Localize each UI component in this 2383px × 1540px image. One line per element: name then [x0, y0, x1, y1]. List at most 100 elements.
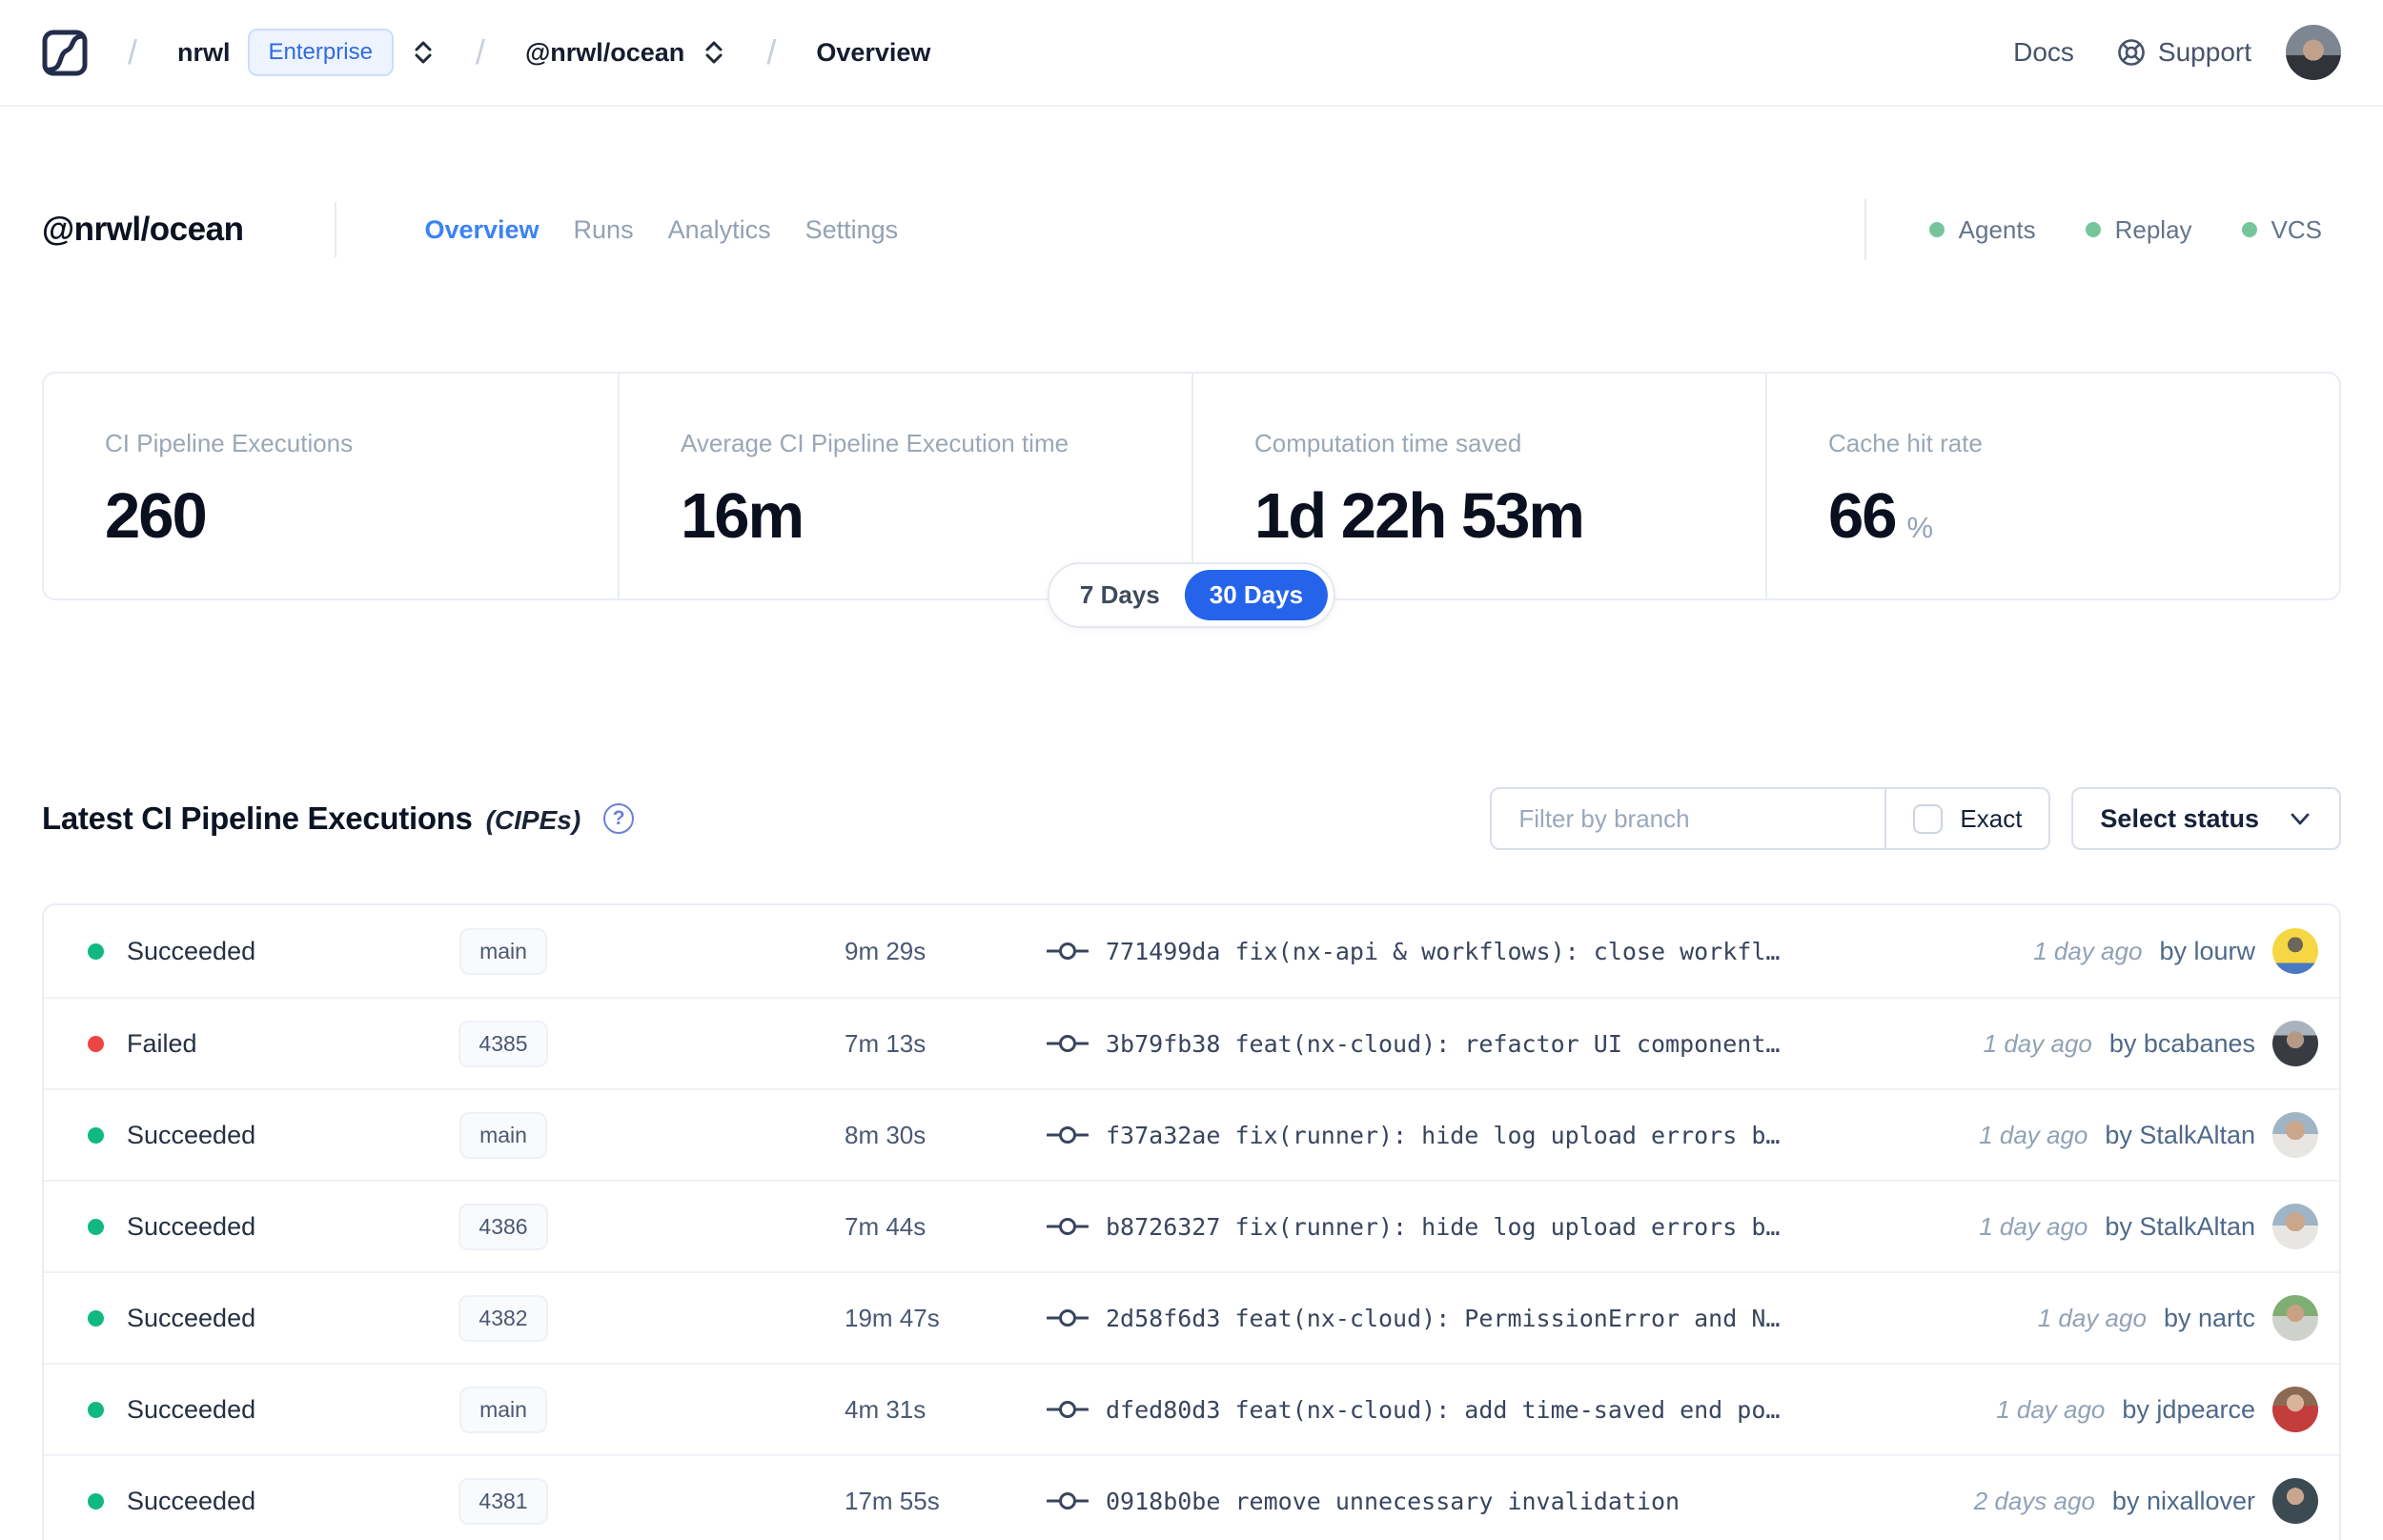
range-30-days[interactable]: 30 Days [1184, 570, 1329, 620]
cipe-heading: Latest CI Pipeline Executions (CIPEs) [42, 800, 580, 837]
status-replay-label: Replay [2114, 214, 2192, 244]
row-status: Succeeded [127, 1120, 256, 1149]
branch-badge[interactable]: 4385 [458, 1020, 548, 1067]
row-status: Succeeded [127, 1486, 256, 1515]
branch-badge[interactable]: 4382 [458, 1294, 548, 1342]
current-page-crumb: Overview [816, 37, 931, 67]
table-row[interactable]: Succeeded 4382 19m 47s 2d58f6d3 feat(nx-… [44, 1271, 2339, 1363]
row-duration: 9m 29s [845, 936, 927, 965]
stat-value: 260 [105, 480, 208, 552]
table-row[interactable]: Succeeded main 8m 30s f37a32ae fix(runne… [44, 1088, 2339, 1180]
stat-label: Average CI Pipeline Execution time [681, 429, 1069, 457]
stat-value: 1d 22h 53m [1254, 480, 1585, 552]
stat-card-executions: CI Pipeline Executions 260 [44, 374, 618, 598]
author-avatar[interactable] [2272, 1295, 2318, 1341]
branch-badge[interactable]: 4381 [458, 1477, 548, 1525]
row-status: Succeeded [127, 1211, 256, 1241]
row-author: by StalkAltan [2105, 1120, 2255, 1149]
commit-message[interactable]: 3b79fb38 feat(nx-cloud): refactor UI com… [1106, 1030, 1780, 1058]
filter-area: Exact Select status [1490, 787, 2341, 850]
status-dot-icon [88, 1218, 104, 1235]
branch-badge[interactable]: main [459, 1111, 547, 1159]
stats-cards: CI Pipeline Executions 260 Average CI Pi… [42, 372, 2341, 628]
cipe-table: Succeeded main 9m 29s 771499da fix(nx-ap… [42, 903, 2341, 1540]
workspace-switcher-chevrons-icon[interactable] [702, 37, 726, 68]
table-row[interactable]: Succeeded main 4m 31s dfed80d3 feat(nx-c… [44, 1363, 2339, 1454]
section-subtitle: (CIPEs) [485, 805, 581, 835]
status-dot-icon [2085, 222, 2101, 237]
status-dot-icon [2241, 222, 2257, 237]
stat-unit: % [1906, 511, 1934, 544]
stat-card-cache-hit: Cache hit rate 66 % [1765, 374, 2339, 598]
service-status-group: Agents Replay VCS [1864, 199, 2341, 260]
status-select-dropdown[interactable]: Select status [2071, 787, 2341, 850]
status-dot-icon [88, 1035, 104, 1052]
top-navbar: / nrwl Enterprise / @nrwl/ocean / Overvi… [0, 0, 2383, 107]
divider [335, 202, 337, 257]
exact-checkbox[interactable] [1913, 803, 1944, 834]
tab-overview[interactable]: Overview [424, 215, 539, 245]
workspace-name[interactable]: @nrwl/ocean [525, 38, 684, 68]
commit-message[interactable]: 2d58f6d3 feat(nx-cloud): PermissionError… [1106, 1305, 1780, 1332]
tab-settings[interactable]: Settings [805, 215, 899, 245]
navbar-right: Docs Support [2013, 25, 2341, 80]
status-vcs: VCS [2241, 215, 2322, 245]
table-row[interactable]: Succeeded 4386 7m 44s b8726327 fix(runne… [44, 1180, 2339, 1271]
status-dot-icon [88, 1309, 104, 1327]
status-dot-icon [1928, 222, 1945, 237]
support-link[interactable]: Support [2116, 37, 2251, 68]
row-time-ago: 1 day ago [1996, 1394, 2106, 1424]
branch-badge[interactable]: main [459, 1386, 547, 1433]
branch-badge[interactable]: main [459, 927, 547, 975]
author-avatar[interactable] [2272, 1478, 2318, 1524]
support-label: Support [2157, 37, 2251, 67]
org-switcher-chevrons-icon[interactable] [411, 37, 436, 68]
breadcrumb-separator: / [128, 32, 138, 71]
cipe-section-bar: Latest CI Pipeline Executions (CIPEs) ? … [42, 787, 2341, 850]
branch-filter-input[interactable] [1492, 789, 1885, 848]
stat-label: CI Pipeline Executions [105, 429, 354, 457]
row-duration: 17m 55s [845, 1486, 940, 1515]
tab-runs[interactable]: Runs [574, 215, 634, 245]
table-row[interactable]: Succeeded 4381 17m 55s 0918b0be remove u… [44, 1454, 2339, 1540]
user-avatar[interactable] [2286, 25, 2341, 80]
author-avatar[interactable] [2272, 1112, 2318, 1158]
commit-message[interactable]: 771499da fix(nx-api & workflows): close … [1106, 938, 1780, 965]
row-status: Succeeded [127, 936, 256, 965]
commit-message[interactable]: 0918b0be remove unnecessary invalidation [1106, 1488, 1680, 1515]
commit-message[interactable]: dfed80d3 feat(nx-cloud): add time-saved … [1106, 1396, 1780, 1424]
row-duration: 7m 44s [845, 1211, 927, 1241]
commit-message[interactable]: b8726327 fix(runner): hide log upload er… [1106, 1213, 1780, 1241]
nx-cloud-logo-icon[interactable] [42, 29, 88, 76]
row-time-ago: 1 day ago [1983, 1028, 2092, 1058]
author-avatar[interactable] [2272, 1021, 2318, 1066]
range-7-days[interactable]: 7 Days [1055, 570, 1185, 620]
commit-message[interactable]: f37a32ae fix(runner): hide log upload er… [1106, 1122, 1780, 1149]
table-row[interactable]: Failed 4385 7m 13s 3b79fb38 feat(nx-clou… [44, 997, 2339, 1088]
status-agents-label: Agents [1958, 214, 2036, 244]
row-status: Succeeded [127, 1303, 256, 1332]
branch-filter-group: Exact [1490, 787, 2051, 850]
docs-link[interactable]: Docs [2013, 37, 2074, 68]
org-name[interactable]: nrwl [177, 38, 231, 68]
git-commit-icon [1047, 942, 1089, 960]
life-buoy-icon [2118, 39, 2145, 66]
status-select-label: Select status [2100, 803, 2259, 833]
stat-value: 66 [1828, 480, 1898, 552]
page-title: @nrwl/ocean [42, 211, 244, 248]
git-commit-icon [1047, 1218, 1089, 1235]
author-avatar[interactable] [2272, 1387, 2318, 1432]
table-row[interactable]: Succeeded main 9m 29s 771499da fix(nx-ap… [44, 905, 2339, 997]
status-dot-icon [88, 1401, 104, 1418]
help-icon[interactable]: ? [603, 803, 635, 834]
section-title: Latest CI Pipeline Executions [42, 800, 473, 836]
status-dot-icon [88, 1492, 104, 1510]
branch-badge[interactable]: 4386 [458, 1203, 548, 1250]
status-dot-icon [88, 1126, 104, 1144]
status-dot-icon [88, 942, 104, 960]
author-avatar[interactable] [2272, 928, 2318, 974]
status-replay: Replay [2085, 214, 2192, 245]
exact-toggle[interactable]: Exact [1884, 789, 2048, 848]
tab-analytics[interactable]: Analytics [668, 215, 771, 245]
author-avatar[interactable] [2272, 1204, 2318, 1249]
